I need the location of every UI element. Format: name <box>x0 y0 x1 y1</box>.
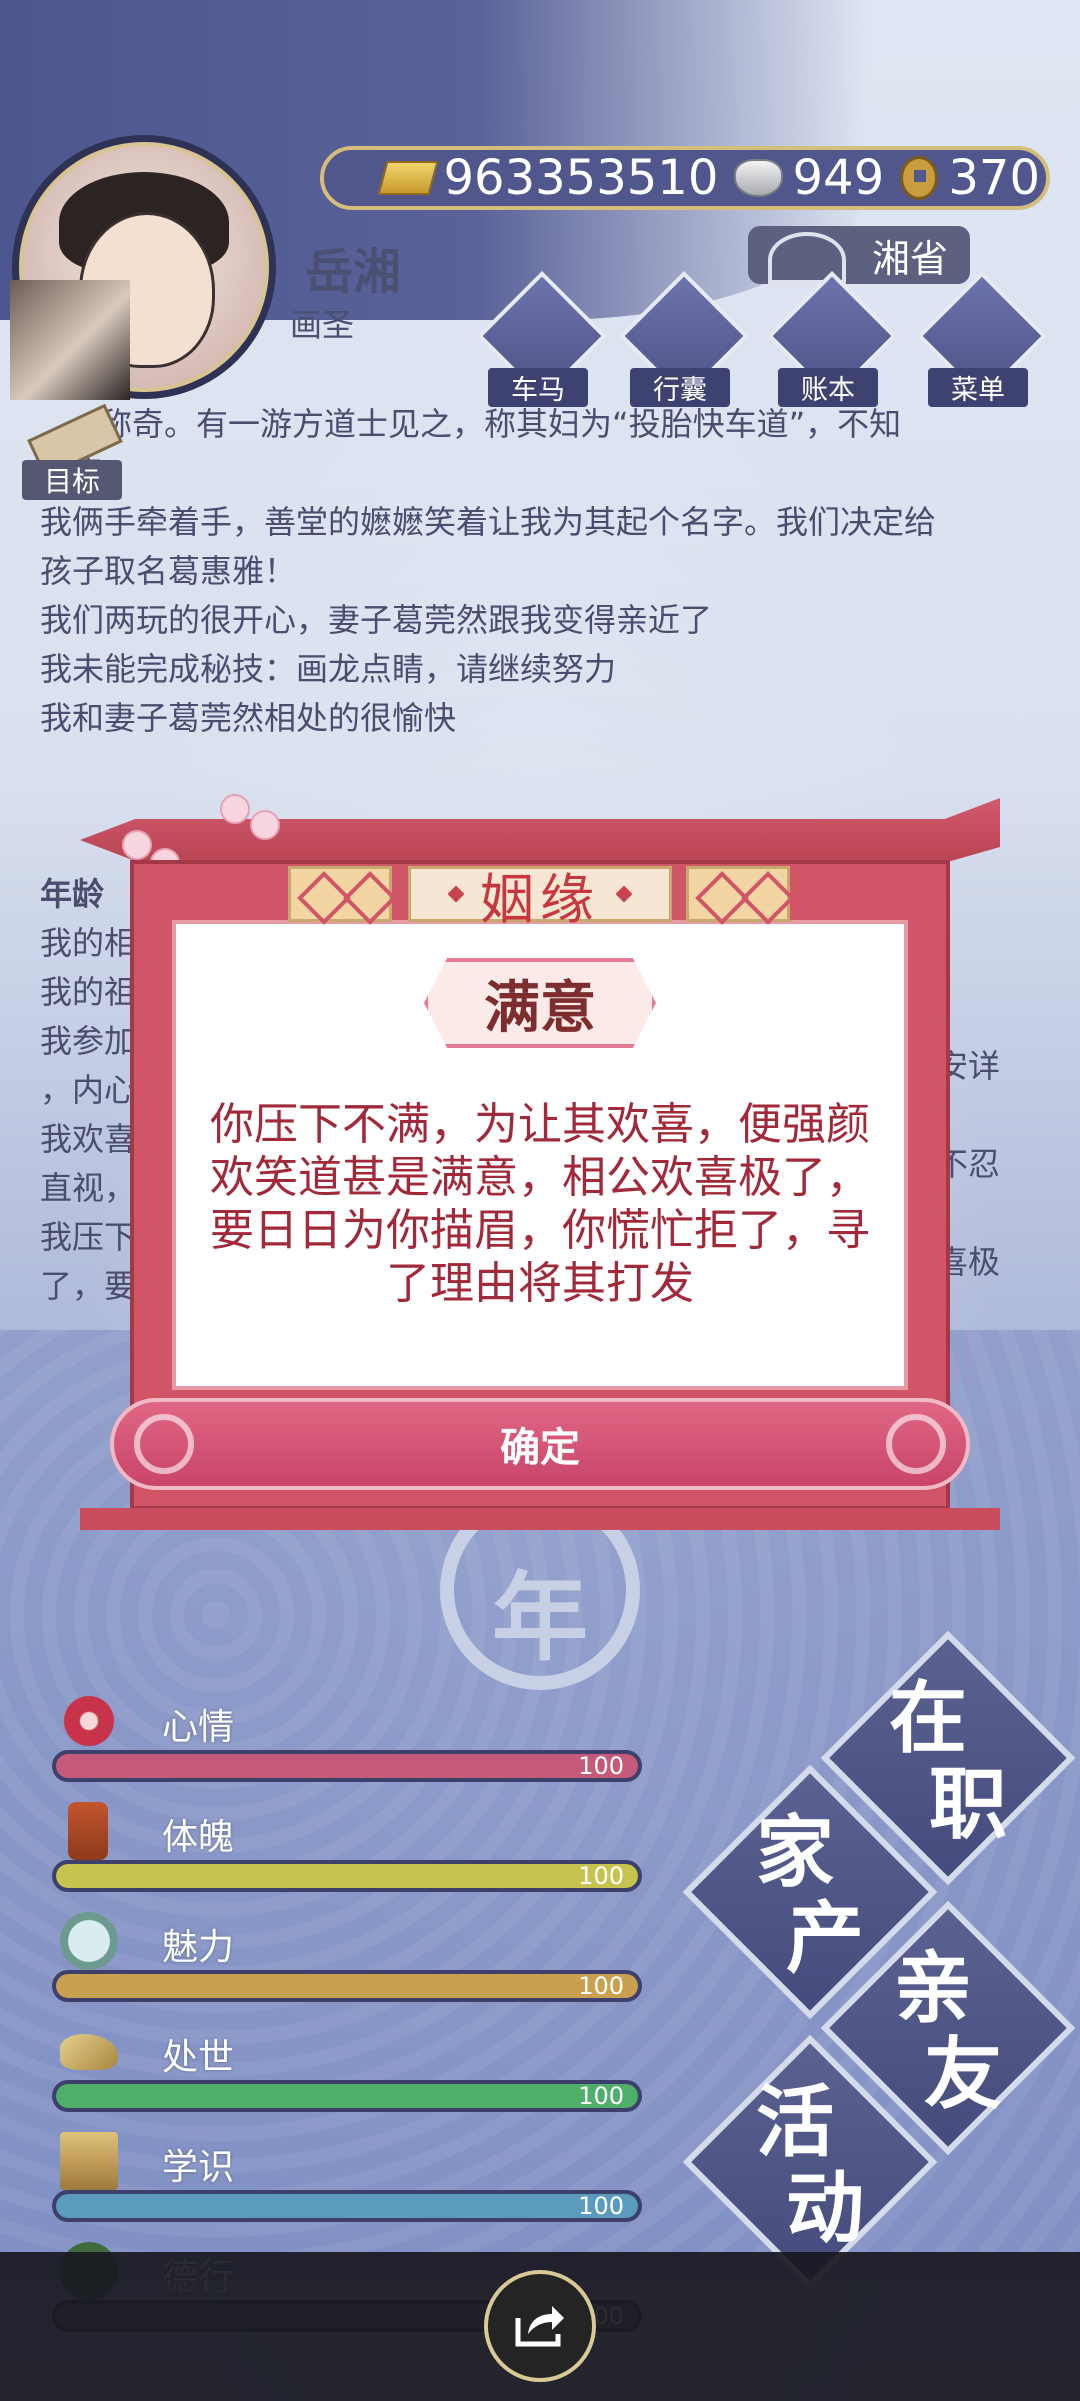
stat-bar: 100 <box>52 1970 642 2002</box>
confirm-label: 确定 <box>500 1425 580 1471</box>
region-label: 湘省 <box>871 236 948 281</box>
tile-label: 活动 <box>700 2080 920 2252</box>
stat-fill <box>56 1864 638 1888</box>
silver-amount: 949 <box>792 150 885 206</box>
currency-bar: 963353510 949 370 <box>320 146 1050 210</box>
log-line: 我和妻子葛莞然相处的很愉快 <box>40 699 457 737</box>
stat-value: 100 <box>578 1752 624 1780</box>
stat-name: 体魄 <box>162 1817 235 1858</box>
drum-icon <box>68 1802 108 1860</box>
ledger-button[interactable]: 账本 <box>766 270 898 410</box>
dialog-header: 姻缘 <box>408 866 672 931</box>
stat-value: 100 <box>578 2192 624 2220</box>
event-log: 称奇。有一游方道士见之，称其妇为“投胎快车道”，不知 何意 我俩手牵着手，善堂的… <box>40 400 1020 743</box>
photo-thumbnail[interactable] <box>10 280 130 400</box>
player-name: 岳湘 <box>305 244 402 300</box>
stat-fill <box>56 1754 638 1778</box>
player-title: 画圣 <box>290 306 355 344</box>
share-button[interactable] <box>484 2270 596 2382</box>
gold-amount: 963353510 <box>443 150 719 206</box>
tile-char: 亲 <box>893 1943 972 2034</box>
log-line: 孩子取名葛惠雅！ <box>40 552 297 590</box>
share-icon <box>515 2306 564 2347</box>
silver-ingot-icon <box>734 159 783 197</box>
stat-bar: 100 <box>52 2080 642 2112</box>
tile-char: 家 <box>755 1807 834 1898</box>
diamond-dot <box>615 885 633 903</box>
log-line: 我未能完成秘技：画龙点睛，请继续努力 <box>40 650 617 688</box>
gold-ingot-icon <box>377 161 439 195</box>
result-description: 你压下不满，为让其欢喜，便强颜欢笑道甚是满意，相公欢喜极了，要日日为你描眉，你慌… <box>210 1099 870 1309</box>
log-line: 称奇。有一游方道士见之，称其妇为“投胎快车道”，不知 <box>100 405 902 443</box>
tile-char: 在 <box>888 1673 967 1764</box>
tile-char: 动 <box>785 2163 864 2254</box>
goal-label: 目标 <box>22 460 122 500</box>
header-decoration <box>288 866 397 925</box>
header-decoration <box>686 866 795 925</box>
year-label: 年 <box>492 1561 588 1674</box>
swirl-ornament <box>134 1414 194 1474</box>
mirror-icon <box>60 1912 118 1970</box>
stat-value: 100 <box>578 2082 624 2110</box>
log-line: 我俩手牵着手，善堂的嬷嬷笑着让我为其起个名字。我们决定给 <box>40 503 937 541</box>
stat-fill <box>56 2084 638 2108</box>
stat-fill <box>56 2194 638 2218</box>
log-line: 我们两玩的很开心，妻子葛莞然跟我变得亲近了 <box>40 601 713 639</box>
result-badge: 满意 <box>424 958 656 1048</box>
coin-amount: 370 <box>948 150 1040 206</box>
goal-button[interactable]: 目标 <box>22 403 123 500</box>
dialog-title: 姻缘 <box>480 867 600 931</box>
stat-value: 100 <box>578 1862 624 1890</box>
log-line: 何意 <box>40 449 1020 498</box>
stat-name: 心情 <box>162 1707 235 1748</box>
tile-char: 活 <box>755 2077 834 2168</box>
stat-bar: 100 <box>52 1750 642 1782</box>
region-badge[interactable]: 湘省 <box>748 226 970 288</box>
menu-tile-activity[interactable]: 活动 <box>682 2034 938 2290</box>
stat-name: 处世 <box>162 2037 235 2078</box>
stat-name: 学识 <box>162 2147 235 2188</box>
modal-base <box>80 1508 1000 1530</box>
swirl-ornament <box>886 1414 946 1474</box>
stat-bar: 100 <box>52 2190 642 2222</box>
stat-name: 魅力 <box>162 1927 235 1968</box>
carriage-button[interactable]: 车马 <box>476 270 608 410</box>
menu-button[interactable]: 菜单 <box>916 270 1048 410</box>
flower-icon <box>60 1692 118 1750</box>
stat-value: 100 <box>578 1972 624 2000</box>
books-icon <box>60 2132 118 2190</box>
bag-button[interactable]: 行囊 <box>618 270 750 410</box>
confirm-button[interactable]: 确定 <box>110 1398 970 1490</box>
diamond-dot <box>447 885 465 903</box>
stat-bar: 100 <box>52 1860 642 1892</box>
stat-fill <box>56 1974 638 1998</box>
copper-coin-icon <box>900 156 939 200</box>
